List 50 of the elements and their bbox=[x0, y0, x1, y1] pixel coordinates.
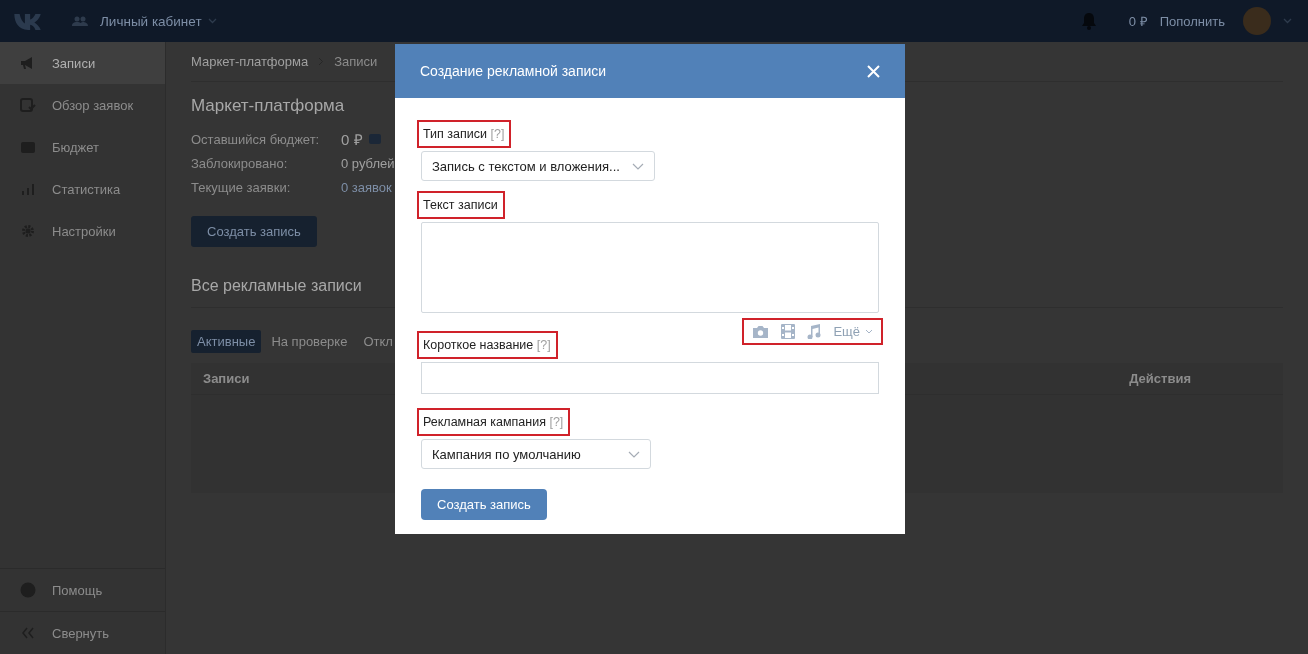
film-icon[interactable] bbox=[781, 324, 796, 339]
logo-icon[interactable] bbox=[12, 11, 42, 31]
account-menu[interactable]: Личный кабинет bbox=[100, 13, 217, 29]
submit-button[interactable]: Создать запись bbox=[421, 489, 547, 520]
breadcrumb-link[interactable]: Записи bbox=[334, 54, 378, 69]
page-title: Маркет-платформа bbox=[191, 96, 345, 116]
dropdown[interactable]: Кампания по умолчанию bbox=[421, 439, 651, 469]
field-label: Текст записи bbox=[417, 191, 505, 219]
wallet-icon[interactable] bbox=[368, 134, 381, 144]
text-area[interactable] bbox=[421, 222, 879, 313]
input-field[interactable] bbox=[421, 362, 879, 394]
stat-label: Заблокировано: bbox=[191, 155, 289, 171]
avatar[interactable] bbox=[1243, 7, 1271, 35]
field-label: Рекламная кампания [?] bbox=[417, 408, 571, 436]
field-label: Тип записи [?] bbox=[417, 120, 512, 148]
caret-icon bbox=[865, 329, 873, 334]
top-up-link[interactable]: Пополнить bbox=[1159, 13, 1225, 29]
sidebar-item[interactable]: Настройки bbox=[0, 210, 165, 252]
tab[interactable]: Откл bbox=[357, 330, 399, 353]
sidebar-item[interactable]: Помощь bbox=[0, 568, 165, 611]
camera-icon[interactable] bbox=[752, 324, 770, 339]
column-header: Записи bbox=[203, 371, 250, 386]
caret-icon bbox=[207, 18, 217, 24]
music-note-icon[interactable] bbox=[807, 324, 822, 339]
balance-text: 0 ₽ bbox=[1128, 13, 1148, 30]
column-header: Действия bbox=[1129, 371, 1191, 386]
stat-link[interactable]: 0 заявок bbox=[341, 179, 392, 195]
people-icon bbox=[72, 16, 88, 26]
sidebar-item[interactable]: Статистика bbox=[0, 168, 165, 210]
stat-value: 0 рублей bbox=[341, 155, 395, 171]
tab[interactable]: На проверке bbox=[265, 330, 354, 353]
bell-icon[interactable] bbox=[1080, 12, 1097, 30]
close-icon[interactable] bbox=[867, 64, 880, 78]
stat-label: Текущие заявки: bbox=[191, 179, 292, 195]
more-menu[interactable]: Ещё bbox=[833, 324, 873, 339]
create-post-button[interactable]: Создать запись bbox=[191, 216, 317, 247]
caret-icon bbox=[628, 450, 640, 458]
sidebar-item[interactable]: Записи bbox=[0, 42, 165, 84]
modal-title: Создание рекламной записи bbox=[420, 63, 607, 79]
caret-icon bbox=[631, 162, 644, 170]
sidebar-item[interactable]: Бюджет bbox=[0, 126, 165, 168]
sidebar-item[interactable]: Свернуть bbox=[0, 611, 165, 654]
field-label: Короткое название [?] bbox=[417, 331, 558, 359]
breadcrumb-link[interactable]: Маркет-платформа bbox=[191, 54, 309, 69]
sidebar-item[interactable]: Обзор заявок bbox=[0, 84, 165, 126]
stat-label: Оставшийся бюджет: bbox=[191, 131, 321, 147]
tab[interactable]: Активные bbox=[191, 330, 262, 353]
stat-value: 0 ₽ bbox=[341, 130, 363, 149]
caret-icon[interactable] bbox=[1283, 18, 1292, 24]
dropdown[interactable]: Запись с текстом и вложения... bbox=[421, 151, 655, 181]
